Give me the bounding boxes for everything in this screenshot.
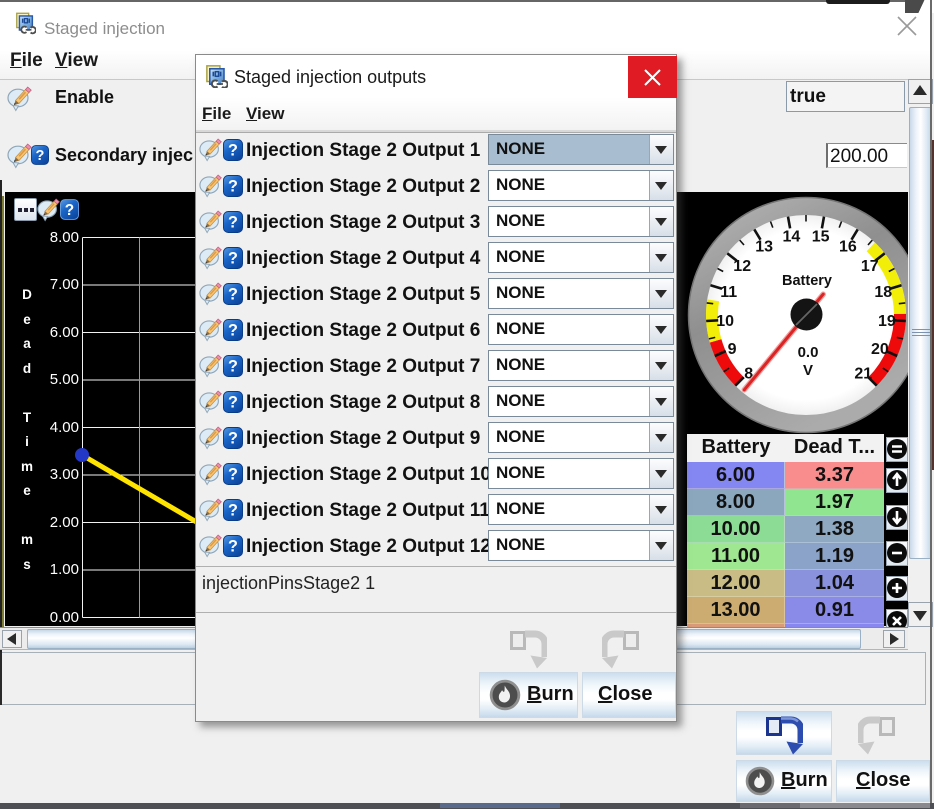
svg-text:?: ? bbox=[228, 178, 238, 196]
svg-text:9: 9 bbox=[728, 341, 737, 358]
svg-text:7.00: 7.00 bbox=[50, 276, 79, 293]
svg-text:19: 19 bbox=[878, 313, 896, 330]
svg-text:?: ? bbox=[228, 502, 238, 520]
svg-text:?: ? bbox=[228, 214, 238, 232]
svg-text:2.00: 2.00 bbox=[50, 514, 79, 531]
svg-text:1.00: 1.00 bbox=[50, 561, 79, 578]
svg-text:?: ? bbox=[228, 394, 238, 412]
svg-text:20: 20 bbox=[871, 341, 889, 358]
svg-text:16: 16 bbox=[839, 239, 857, 256]
svg-text:8.00: 8.00 bbox=[50, 229, 79, 246]
svg-text:13: 13 bbox=[755, 239, 773, 256]
svg-text:?: ? bbox=[228, 250, 238, 268]
svg-text:?: ? bbox=[228, 142, 238, 160]
svg-text:Battery: Battery bbox=[782, 273, 832, 289]
svg-text:6.00: 6.00 bbox=[50, 324, 79, 341]
svg-text:?: ? bbox=[228, 286, 238, 304]
svg-text:?: ? bbox=[228, 358, 238, 376]
svg-text:?: ? bbox=[228, 538, 238, 556]
svg-text:15: 15 bbox=[812, 228, 830, 245]
svg-text:18: 18 bbox=[874, 284, 892, 301]
svg-text:?: ? bbox=[36, 148, 45, 164]
svg-text:21: 21 bbox=[854, 365, 872, 382]
svg-text:0.00: 0.00 bbox=[50, 609, 79, 626]
svg-text:11: 11 bbox=[720, 284, 737, 301]
svg-text:4.00: 4.00 bbox=[50, 419, 79, 436]
svg-text:5.00: 5.00 bbox=[50, 371, 79, 388]
svg-text:17: 17 bbox=[861, 258, 879, 275]
svg-text:12: 12 bbox=[733, 258, 751, 275]
svg-text:14: 14 bbox=[783, 228, 801, 245]
svg-text:?: ? bbox=[228, 466, 238, 484]
svg-text:0.0: 0.0 bbox=[798, 344, 819, 361]
svg-text:3.00: 3.00 bbox=[50, 466, 79, 483]
svg-text:10: 10 bbox=[716, 313, 734, 330]
svg-text:?: ? bbox=[228, 430, 238, 448]
svg-text:V: V bbox=[803, 362, 813, 379]
svg-text:?: ? bbox=[228, 322, 238, 340]
